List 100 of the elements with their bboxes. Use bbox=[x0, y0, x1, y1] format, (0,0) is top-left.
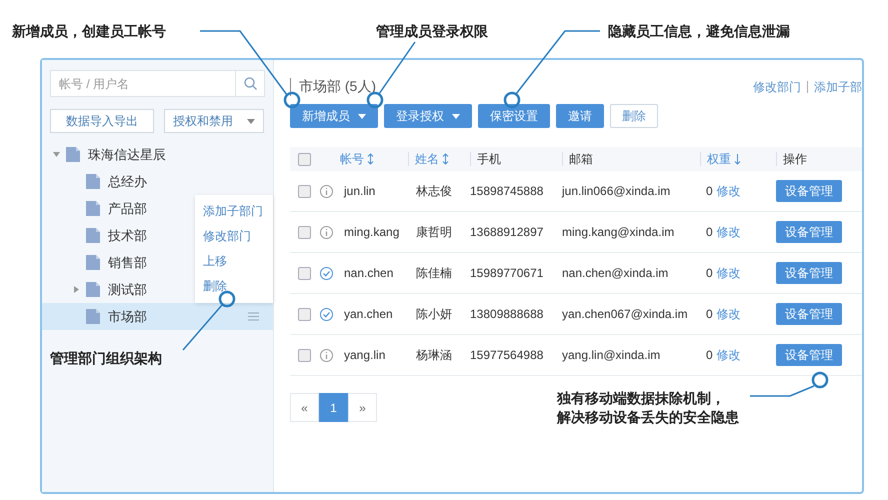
annotation-text: 管理成员登录权限 bbox=[376, 22, 488, 41]
sort-icon[interactable] bbox=[367, 153, 374, 165]
column-header: 邮箱 bbox=[569, 150, 593, 168]
link[interactable]: 添加子部 bbox=[814, 78, 862, 96]
link[interactable]: 修改部门 bbox=[753, 78, 801, 96]
column-header[interactable]: 帐号 bbox=[340, 150, 364, 168]
menu-item[interactable]: 添加子部门 bbox=[195, 199, 273, 224]
checkbox[interactable] bbox=[298, 266, 311, 280]
previous-page-button[interactable]: « bbox=[290, 393, 319, 422]
checkbox[interactable] bbox=[298, 184, 311, 198]
edit-link[interactable]: 修改 bbox=[716, 348, 741, 362]
sort-descending-icon[interactable] bbox=[734, 153, 741, 165]
toolbar-button[interactable]: 保密设置 bbox=[478, 104, 550, 128]
tree-item[interactable]: 珠海信达星辰 bbox=[42, 141, 273, 168]
folder-icon bbox=[86, 282, 100, 297]
checkbox[interactable] bbox=[298, 308, 311, 320]
weight-cell: 0 bbox=[706, 266, 713, 280]
search-icon[interactable] bbox=[244, 77, 256, 90]
department-name: 总经办 bbox=[108, 172, 147, 190]
sort-icon[interactable] bbox=[442, 153, 449, 165]
folder-icon bbox=[86, 174, 100, 189]
email-cell-text: yang.lin@xinda.im bbox=[562, 348, 662, 362]
department-name: 市场部 bbox=[108, 308, 147, 326]
menu-icon[interactable] bbox=[248, 312, 259, 321]
toolbar-button[interactable]: 删除 bbox=[610, 104, 658, 128]
page-button[interactable]: 1 bbox=[319, 393, 348, 422]
folder-icon bbox=[86, 228, 100, 243]
account-cell-text: jun.lin bbox=[342, 184, 376, 198]
search-field[interactable]: 帐号 / 用户名 bbox=[50, 70, 265, 97]
toolbar-button[interactable]: 登录授权 bbox=[384, 104, 472, 128]
annotation-text: 隐藏员工信息，避免信息泄漏 bbox=[608, 22, 790, 41]
toolbar-button[interactable]: 邀请 bbox=[556, 104, 604, 128]
edit-link[interactable]: 修改 bbox=[716, 266, 741, 280]
email-cell-text: yan.chen067@xinda.im bbox=[562, 307, 689, 321]
weight-cell: 0 bbox=[706, 184, 713, 198]
annotation-text: 独有移动端数据抹除机制， 解决移动设备丢失的安全隐患 bbox=[557, 389, 739, 427]
checkbox[interactable] bbox=[298, 348, 311, 362]
search-input[interactable]: 帐号 / 用户名 bbox=[51, 76, 235, 90]
department-name: 测试部 bbox=[108, 280, 147, 298]
leader-line bbox=[182, 290, 236, 350]
edit-link[interactable]: 修改 bbox=[716, 306, 741, 320]
checkbox[interactable] bbox=[298, 152, 311, 166]
account-cell-text: yang.lin bbox=[343, 348, 386, 362]
folder-icon bbox=[66, 147, 80, 162]
weight-cell: 0 bbox=[706, 306, 713, 320]
device-manage-button[interactable]: 设备管理 bbox=[776, 180, 842, 202]
menu-item[interactable]: 上移 bbox=[195, 249, 273, 274]
email-cell-text: ming.kang@xinda.im bbox=[562, 225, 676, 239]
account-cell-text: nan.chen bbox=[343, 266, 394, 280]
column-header: 手机 bbox=[477, 150, 501, 168]
annotation-text: 新增成员，创建员工帐号 bbox=[12, 22, 166, 41]
phone-cell-text: 15977564988 bbox=[470, 348, 544, 362]
tree-item[interactable]: 市场部 bbox=[42, 303, 273, 330]
menu-item[interactable]: 删除 bbox=[195, 274, 273, 299]
name-cell-text: 陈佳楠 bbox=[415, 264, 453, 282]
info-icon bbox=[320, 226, 333, 238]
tree-item[interactable]: 总经办 bbox=[42, 168, 273, 195]
caret-down-icon bbox=[452, 114, 460, 118]
next-page-button[interactable]: » bbox=[348, 393, 377, 422]
edit-link[interactable]: 修改 bbox=[716, 224, 741, 238]
folder-icon bbox=[86, 255, 100, 270]
menu-item[interactable]: 修改部门 bbox=[195, 224, 273, 249]
column-header: 操作 bbox=[783, 150, 807, 168]
info-icon bbox=[320, 348, 333, 362]
weight-cell: 0 bbox=[706, 224, 713, 238]
name-cell-text: 杨琳涵 bbox=[415, 346, 453, 364]
phone-cell-text: 15989770671 bbox=[470, 266, 544, 280]
phone-cell-text: 13688912897 bbox=[470, 225, 544, 239]
check-circle-icon bbox=[320, 308, 333, 320]
device-manage-button[interactable]: 设备管理 bbox=[776, 303, 842, 325]
column-header[interactable]: 权重 bbox=[707, 150, 731, 168]
name-cell-text: 康哲明 bbox=[415, 224, 453, 240]
account-cell-text: yan.chen bbox=[343, 307, 394, 321]
phone-cell-text: 15898745888 bbox=[470, 184, 544, 198]
folder-icon bbox=[86, 309, 100, 324]
caret-right-icon[interactable] bbox=[72, 286, 80, 293]
department-name: 销售部 bbox=[108, 254, 147, 272]
department-name: 技术部 bbox=[108, 226, 147, 244]
checkbox[interactable] bbox=[298, 226, 311, 238]
folder-icon bbox=[86, 201, 100, 216]
device-manage-button[interactable]: 设备管理 bbox=[776, 221, 842, 243]
dropdown-button[interactable]: 授权和禁用 bbox=[164, 109, 264, 133]
phone-cell-text: 13809888688 bbox=[470, 307, 544, 321]
edit-link[interactable]: 修改 bbox=[716, 184, 741, 198]
device-manage-button[interactable]: 设备管理 bbox=[776, 344, 842, 366]
check-circle-icon bbox=[320, 266, 333, 280]
info-icon bbox=[320, 184, 333, 198]
email-cell-text: nan.chen@xinda.im bbox=[562, 266, 670, 280]
column-header[interactable]: 姓名 bbox=[415, 150, 439, 168]
device-manage-button[interactable]: 设备管理 bbox=[776, 262, 842, 284]
action-button[interactable]: 数据导入导出 bbox=[50, 109, 154, 133]
caret-down-icon bbox=[358, 114, 366, 118]
weight-cell: 0 bbox=[706, 348, 713, 362]
department-name: 珠海信达星辰 bbox=[88, 146, 166, 164]
account-cell-text: ming.kang bbox=[343, 225, 400, 239]
department-name: 产品部 bbox=[108, 200, 147, 218]
toolbar-button[interactable]: 新增成员 bbox=[290, 104, 378, 128]
caret-down-icon[interactable] bbox=[52, 151, 60, 158]
name-cell-text: 林志俊 bbox=[415, 182, 453, 200]
name-cell-text: 陈小妍 bbox=[415, 306, 453, 322]
